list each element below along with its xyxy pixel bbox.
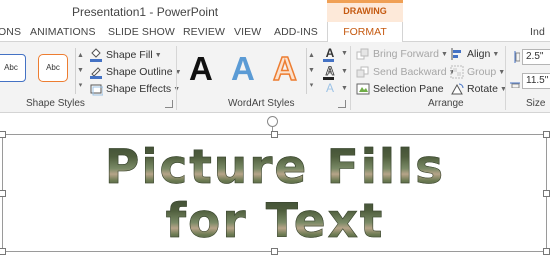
gallery-more-icon[interactable]: ▾ [76,78,85,93]
shape-fill-button[interactable]: Shape Fill ▼ [89,47,162,63]
chevron-down-icon[interactable]: ▼ [341,85,348,92]
tab-format[interactable]: FORMAT [327,22,403,42]
resize-handle-bottom-left[interactable] [0,248,6,255]
chevron-down-icon[interactable]: ▼ [341,68,348,75]
chevron-down-icon: ▼ [154,51,162,59]
group-divider [505,46,506,110]
group-button[interactable]: Group ▼ [450,64,505,80]
chevron-down-icon: ▼ [492,50,500,58]
drawing-tools-context-label: DRAWING TOOLS [327,0,403,33]
tab-insert-overflow[interactable]: Ind [530,26,545,38]
text-outline-color-bar [323,77,334,80]
wordart-gallery-scroll[interactable]: ▲ ▼ ▾ [306,48,316,94]
group-icon [450,65,464,79]
resize-handle-top-right[interactable] [543,131,550,138]
text-fill-icon: A [325,46,335,60]
shape-effects-label: Shape Effects [106,83,172,95]
scroll-up-icon[interactable]: ▲ [76,48,85,63]
shape-style-thumb-blue[interactable]: Abc [0,54,26,82]
bring-forward-icon [356,47,370,61]
tab-view[interactable]: VIEW [234,26,261,38]
align-button[interactable]: Align ▼ [450,46,499,62]
ribbon: Abc Abc ▲ ▼ ▾ Shape Fill ▼ Shape Outline… [0,41,550,113]
tab-review[interactable]: REVIEW [183,26,225,38]
wordart-style-black[interactable]: A [189,50,213,88]
group-label: Group [467,66,497,78]
shape-styles-launcher-icon[interactable] [165,100,173,108]
wordart-styles-launcher-icon[interactable] [338,100,346,108]
bring-forward-button[interactable]: Bring Forward ▼ [356,46,448,62]
size-group-label: Size [526,98,546,109]
tab-transitions[interactable]: ONS [0,26,21,38]
scroll-up-icon[interactable]: ▲ [307,48,316,63]
resize-handle-top-center[interactable] [271,131,278,138]
selection-pane-button[interactable]: Selection Pane [356,81,444,97]
title-bar: Presentation1 - PowerPoint [0,0,550,22]
rotate-icon [450,82,464,96]
resize-handle-bottom-right[interactable] [543,248,550,255]
shape-fill-label: Shape Fill [106,49,153,61]
shape-effects-button[interactable]: Shape Effects ▼ [89,81,180,97]
rotate-button[interactable]: Rotate ▼ [450,81,507,97]
resize-handle-bottom-center[interactable] [271,248,278,255]
shape-styles-group-label: Shape Styles [26,98,85,109]
paint-bucket-icon [89,48,103,62]
tab-animations[interactable]: ANIMATIONS [30,26,96,38]
shape-outline-button[interactable]: Shape Outline ▼ [89,64,182,80]
chevron-down-icon[interactable]: ▼ [341,50,348,57]
scroll-down-icon[interactable]: ▼ [307,63,316,78]
text-fill-color-bar [323,59,334,62]
powerpoint-window: Presentation1 - PowerPoint DRAWING TOOLS… [0,0,550,261]
pencil-outline-icon [89,65,103,79]
text-effects-icon: A [325,81,334,95]
shape-style-thumb-orange[interactable]: Abc [38,54,68,82]
gallery-more-icon[interactable]: ▾ [307,78,316,93]
shape-outline-label: Shape Outline [106,66,173,78]
send-backward-icon [356,65,370,79]
wordart-line-2[interactable]: for Text [0,194,550,250]
ribbon-tabs: ONS ANIMATIONS SLIDE SHOW REVIEW VIEW AD… [0,22,550,42]
tab-slide-show[interactable]: SLIDE SHOW [108,26,175,38]
shape-height-field[interactable]: 2.5" [522,49,550,65]
text-effects-button[interactable]: A [321,81,339,97]
send-backward-label: Send Backward [373,66,447,78]
wordart-style-blue[interactable]: A [231,50,255,88]
shape-effects-icon [89,82,104,96]
rotate-label: Rotate [467,83,498,95]
chevron-down-icon: ▼ [440,50,448,58]
selection-pane-icon [356,82,370,96]
slide-editing-area: Picture Fills for Text [0,113,550,261]
shape-styles-gallery-scroll[interactable]: ▲ ▼ ▾ [75,48,85,94]
resize-handle-top-left[interactable] [0,131,6,138]
text-outline-icon: A [325,64,335,79]
shape-width-icon [510,75,520,89]
text-fill-button[interactable]: A [321,46,339,62]
group-divider [350,46,351,110]
shape-width-field[interactable]: 11.5" [522,73,550,89]
align-icon [450,47,464,61]
wordart-styles-group-label: WordArt Styles [228,98,295,109]
bring-forward-label: Bring Forward [373,48,439,60]
window-title: Presentation1 - PowerPoint [72,5,219,19]
arrange-group-label: Arrange [428,98,464,109]
tab-add-ins[interactable]: ADD-INS [274,26,318,38]
send-backward-button[interactable]: Send Backward ▼ [356,64,455,80]
wordart-style-orange-outline[interactable]: A [272,49,297,88]
shape-height-icon [510,50,521,63]
selection-pane-label: Selection Pane [373,83,444,95]
group-divider [176,46,177,110]
scroll-down-icon[interactable]: ▼ [76,63,85,78]
wordart-line-1[interactable]: Picture Fills [0,140,550,196]
align-label: Align [467,48,491,60]
text-outline-button[interactable]: A [321,64,339,80]
rotation-handle-icon[interactable] [267,116,278,127]
